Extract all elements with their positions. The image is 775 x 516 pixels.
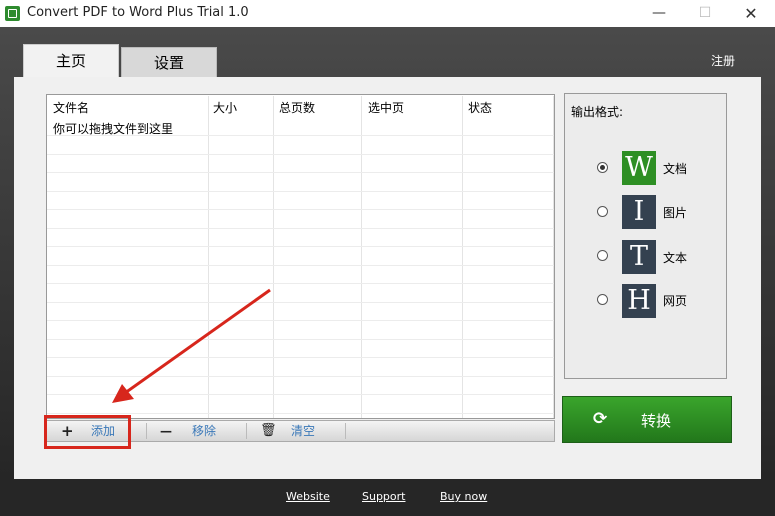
footer: Website Support Buy now (0, 479, 775, 516)
support-link[interactable]: Support (362, 490, 405, 503)
annotation-arrow (112, 288, 271, 403)
website-link[interactable]: Website (286, 490, 330, 503)
buy-now-link[interactable]: Buy now (440, 490, 487, 503)
